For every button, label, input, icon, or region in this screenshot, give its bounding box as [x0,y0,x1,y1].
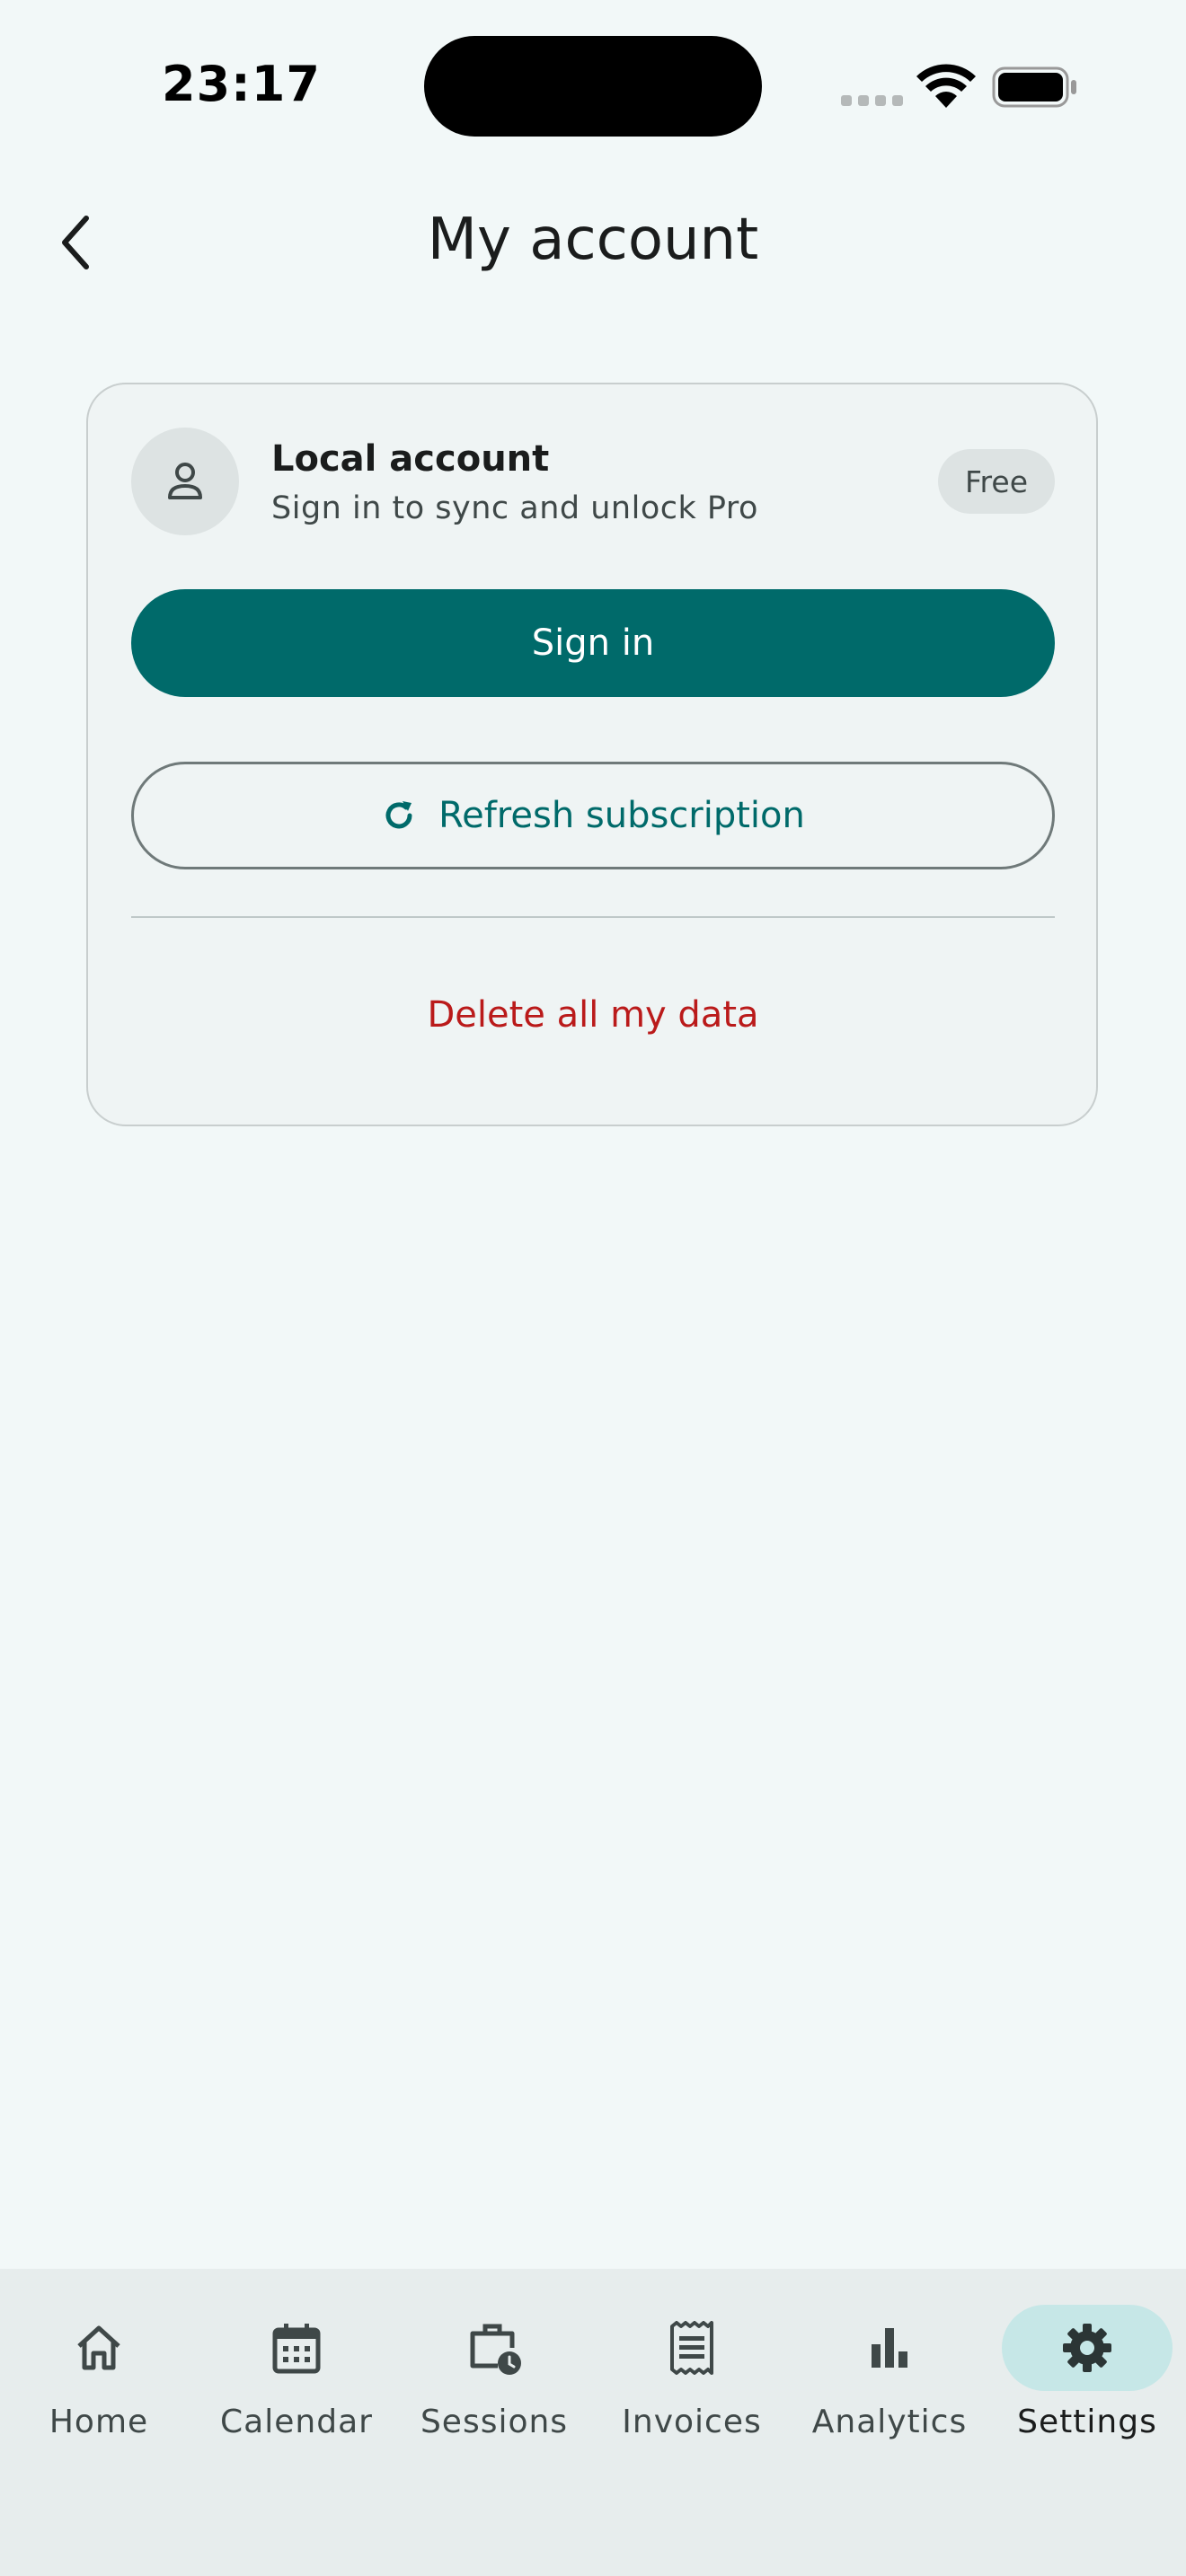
active-indicator [1002,2305,1173,2391]
account-subtitle: Sign in to sync and unlock Pro [271,490,758,526]
account-card: Local account Sign in to sync and unlock… [86,383,1098,1126]
plan-badge: Free [937,449,1055,514]
sign-in-button[interactable]: Sign in [131,589,1055,697]
refresh-subscription-label: Refresh subscription [438,795,805,836]
nav-label: Settings [1017,2404,1157,2440]
bottom-navigation: Home Calendar Sessions Invoices Analytic… [0,2269,1186,2576]
nav-item-settings[interactable]: Settings [988,2305,1186,2466]
battery-icon [992,66,1076,108]
bar-chart-icon [872,2328,907,2368]
nav-label: Home [49,2404,149,2440]
account-name: Local account [271,438,550,480]
nav-item-home[interactable]: Home [0,2305,198,2466]
refresh-subscription-button[interactable]: Refresh subscription [131,762,1055,869]
app-bar: My account [0,171,1186,314]
status-bar: 23:17 [0,0,1186,171]
dynamic-island [424,36,762,137]
divider [131,916,1055,918]
gear-icon [1063,2324,1111,2372]
calendar-icon [272,2324,321,2374]
wifi-icon [916,64,976,108]
home-icon [77,2325,120,2370]
refresh-icon [385,801,412,829]
cellular-signal-icon [841,95,903,106]
nav-item-analytics[interactable]: Analytics [791,2305,988,2466]
page-title: My account [427,207,759,273]
nav-label: Analytics [811,2404,968,2440]
nav-item-calendar[interactable]: Calendar [198,2305,395,2466]
delete-all-data-button[interactable]: Delete all my data [131,961,1055,1069]
nav-label: Calendar [220,2404,373,2440]
nav-label: Sessions [420,2404,569,2440]
nav-item-sessions[interactable]: Sessions [395,2305,593,2466]
receipt-icon [670,2321,713,2375]
person-icon [168,463,202,499]
avatar [131,428,239,535]
nav-item-invoices[interactable]: Invoices [593,2305,791,2466]
briefcase-clock-icon [470,2324,521,2375]
nav-label: Invoices [622,2404,762,2440]
status-time: 23:17 [162,56,321,112]
